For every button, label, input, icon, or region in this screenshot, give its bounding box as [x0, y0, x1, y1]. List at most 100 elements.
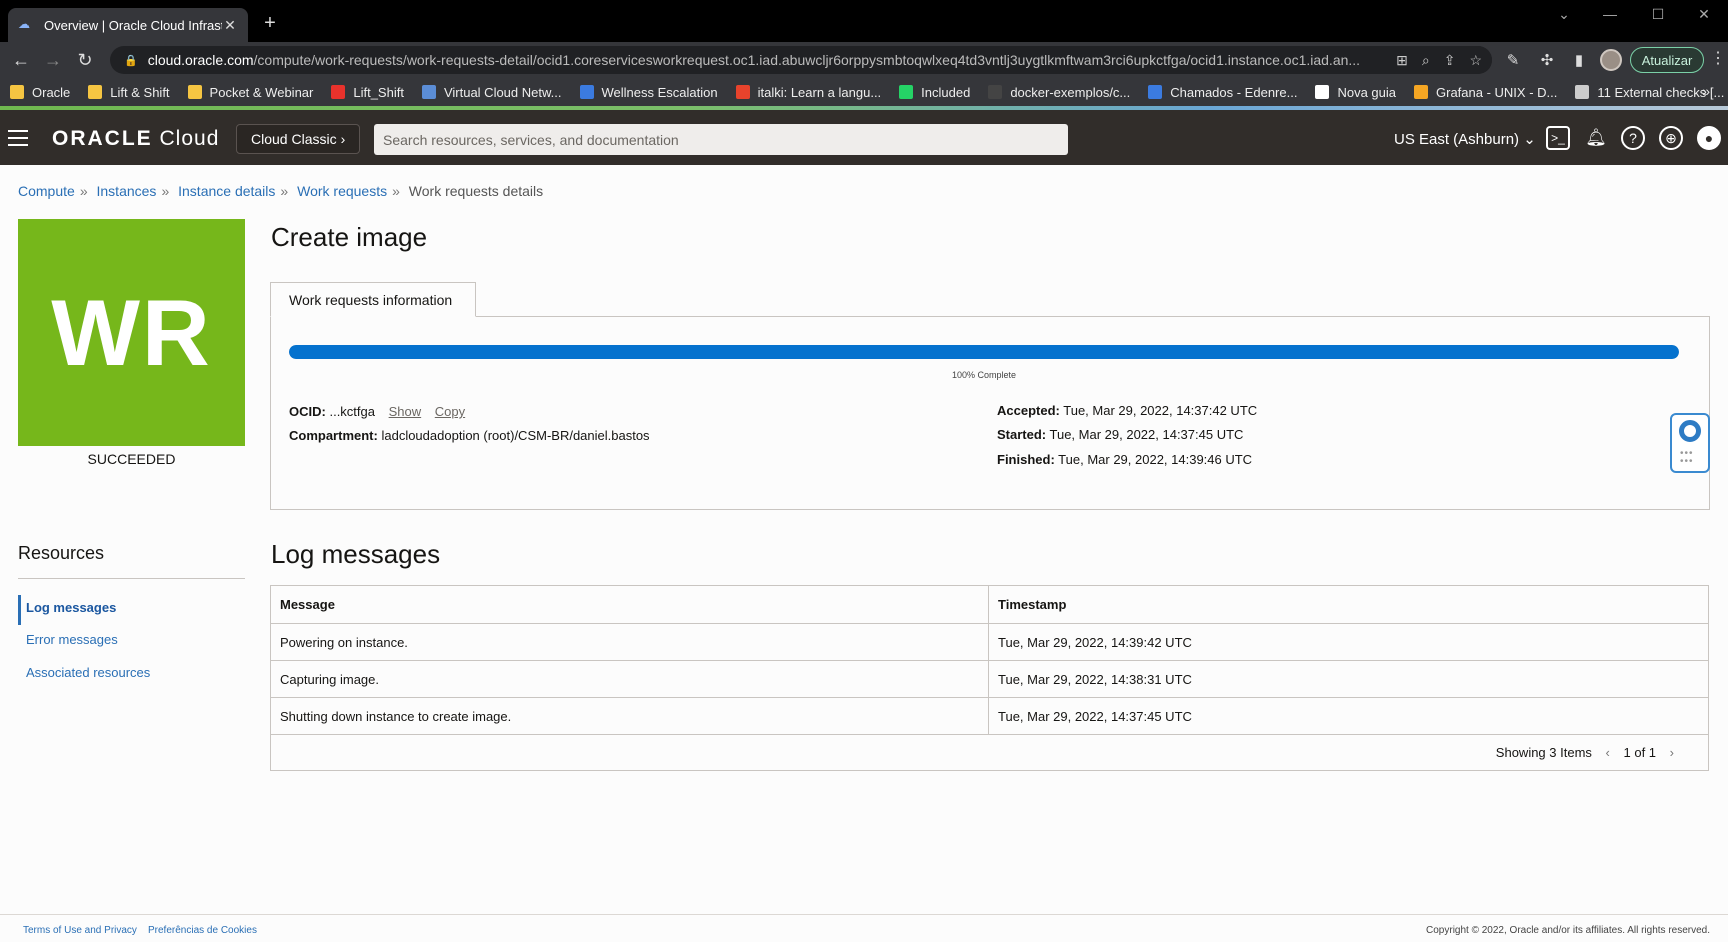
user-profile-icon[interactable]: ●	[1697, 126, 1721, 150]
browser-menu-icon[interactable]: ⋮	[1710, 48, 1726, 68]
bookmark-icon	[421, 85, 436, 99]
bookmark-item[interactable]: Included	[899, 85, 970, 100]
bookmark-item[interactable]: docker-exemplos/c...	[988, 85, 1130, 100]
bookmark-item[interactable]: Chamados - Edenre...	[1148, 85, 1297, 100]
share-icon[interactable]: ⇪	[1444, 52, 1456, 69]
work-request-badge: WR	[18, 219, 245, 446]
bookmark-icon	[735, 85, 750, 99]
browser-tab[interactable]: ☁ Overview | Oracle Cloud Infrastru ✕	[8, 8, 248, 42]
resource-error-messages[interactable]: Error messages	[26, 632, 118, 647]
bookmark-item[interactable]: Virtual Cloud Netw...	[421, 85, 562, 100]
translate-icon[interactable]: ⊞	[1396, 52, 1408, 69]
ocid-value: ...kctfga	[329, 404, 375, 419]
bookmark-icon	[1315, 85, 1330, 99]
breadcrumb-work-requests[interactable]: Work requests	[297, 183, 387, 199]
bookmark-item[interactable]: Grafana - UNIX - D...	[1414, 85, 1557, 100]
cookie-preferences-link[interactable]: Preferências de Cookies	[148, 925, 257, 936]
tab-work-requests-information[interactable]: Work requests information	[270, 282, 476, 317]
table-row: Shutting down instance to create image. …	[270, 697, 1709, 735]
cloud-shell-icon[interactable]: >_	[1546, 126, 1570, 150]
cloud-classic-button[interactable]: Cloud Classic ›	[236, 124, 361, 154]
extension-pen-icon[interactable]: ✎	[1504, 51, 1522, 69]
chevron-right-icon: ›	[340, 131, 346, 147]
search-input[interactable]: Search resources, services, and document…	[374, 124, 1068, 155]
row-timestamp: Tue, Mar 29, 2022, 14:37:45 UTC	[988, 697, 1709, 735]
row-message: Powering on instance.	[270, 623, 989, 661]
finished-value: Tue, Mar 29, 2022, 14:39:46 UTC	[1058, 452, 1253, 467]
bookmark-item[interactable]: Lift_Shift	[331, 85, 404, 100]
accepted-value: Tue, Mar 29, 2022, 14:37:42 UTC	[1063, 403, 1258, 418]
bookmark-icon	[88, 85, 103, 99]
copy-ocid-link[interactable]: Copy	[435, 404, 465, 419]
bookmark-label: Chamados - Edenre...	[1170, 84, 1298, 100]
bookmark-label: Oracle	[32, 84, 71, 100]
accepted-label: Accepted:	[997, 403, 1060, 418]
bookmark-icon	[331, 85, 346, 99]
bookmark-item[interactable]: Nova guia	[1315, 85, 1396, 100]
bookmark-item[interactable]: Lift & Shift	[88, 84, 170, 100]
window-close-icon[interactable]: ✕	[1694, 6, 1714, 23]
browser-tab-bar: ☁ Overview | Oracle Cloud Infrastru ✕ + …	[0, 0, 1728, 42]
bookmark-item[interactable]: Oracle	[10, 85, 70, 100]
notification-bell-icon[interactable]: 🔔︎	[1584, 126, 1608, 150]
breadcrumb-separator: »	[280, 183, 289, 199]
bookmark-icon	[1575, 85, 1590, 99]
progress-fill	[289, 345, 1679, 359]
minimize-icon[interactable]: —	[1600, 6, 1620, 22]
help-lifebuoy-icon[interactable]: ••• •••	[1670, 413, 1710, 473]
table-row: Capturing image. Tue, Mar 29, 2022, 14:3…	[270, 660, 1709, 698]
zoom-icon[interactable]: ⌕	[1422, 52, 1430, 69]
extensions-puzzle-icon[interactable]: ✣	[1538, 51, 1556, 69]
breadcrumb-instance-details[interactable]: Instance details	[178, 183, 275, 199]
active-indicator	[18, 595, 21, 625]
terms-link[interactable]: Terms of Use and Privacy	[23, 925, 137, 936]
language-globe-icon[interactable]: ⊕	[1659, 126, 1683, 150]
show-ocid-link[interactable]: Show	[389, 404, 422, 419]
oracle-cloud-logo[interactable]: ORACLE Cloud	[52, 127, 219, 151]
browser-tab-title: Overview | Oracle Cloud Infrastru	[44, 17, 222, 33]
help-icon[interactable]: ?	[1621, 126, 1645, 150]
new-tab-icon[interactable]: +	[260, 12, 280, 35]
row-message: Capturing image.	[270, 660, 989, 698]
page-title: Create image	[271, 222, 428, 252]
column-header-timestamp[interactable]: Timestamp	[988, 585, 1709, 624]
bookmark-label: italki: Learn a langu...	[757, 84, 882, 100]
bookmark-item[interactable]: Wellness Escalation	[579, 85, 718, 100]
page-footer: Terms of Use and Privacy Preferências de…	[0, 914, 1728, 942]
close-tab-icon[interactable]: ✕	[222, 17, 238, 34]
page-indicator: 1 of 1	[1623, 745, 1657, 760]
profile-avatar[interactable]	[1600, 49, 1622, 71]
breadcrumb-instances[interactable]: Instances	[97, 183, 157, 199]
ocid-label: OCID:	[289, 404, 326, 419]
bookmarks-overflow-icon[interactable]: »	[1702, 83, 1710, 99]
row-timestamp: Tue, Mar 29, 2022, 14:38:31 UTC	[988, 660, 1709, 698]
next-page-icon[interactable]: ›	[1670, 745, 1674, 760]
url-path: /compute/work-requests/work-requests-det…	[253, 52, 1361, 68]
search-placeholder: Search resources, services, and document…	[383, 131, 679, 148]
resource-associated-resources[interactable]: Associated resources	[26, 665, 150, 680]
region-selector[interactable]: US East (Ashburn) ⌄	[1394, 130, 1536, 148]
breadcrumb-compute[interactable]: Compute	[18, 183, 75, 199]
side-panel-icon[interactable]: ▮	[1570, 51, 1588, 69]
drag-handle-icon[interactable]: ••• •••	[1680, 449, 1694, 467]
pagination: Showing 3 Items ‹ 1 of 1 ›	[271, 735, 1709, 771]
row-message: Shutting down instance to create image.	[270, 697, 989, 735]
copyright: Copyright © 2022, Oracle and/or its affi…	[1426, 925, 1710, 936]
hamburger-menu-icon[interactable]	[8, 130, 28, 146]
bookmark-label: Lift & Shift	[110, 84, 170, 100]
tab-search-icon[interactable]: ⌄	[1554, 6, 1574, 23]
reload-icon[interactable]: ↻	[74, 50, 96, 71]
prev-page-icon[interactable]: ‹	[1606, 745, 1610, 760]
resource-log-messages[interactable]: Log messages	[26, 600, 116, 615]
bookmark-icon	[899, 85, 914, 99]
bookmark-item[interactable]: Pocket & Webinar	[187, 85, 313, 100]
progress-bar	[289, 345, 1679, 359]
bookmark-star-icon[interactable]: ☆	[1469, 52, 1482, 69]
address-bar[interactable]: 🔒 cloud.oracle.com /compute/work-request…	[110, 46, 1492, 74]
forward-icon[interactable]: →	[42, 50, 64, 71]
update-button[interactable]: Atualizar	[1630, 47, 1704, 73]
column-header-message[interactable]: Message	[270, 585, 989, 624]
back-icon[interactable]: ←	[10, 50, 32, 71]
maximize-icon[interactable]: ☐	[1648, 6, 1668, 23]
bookmark-item[interactable]: italki: Learn a langu...	[735, 84, 882, 100]
